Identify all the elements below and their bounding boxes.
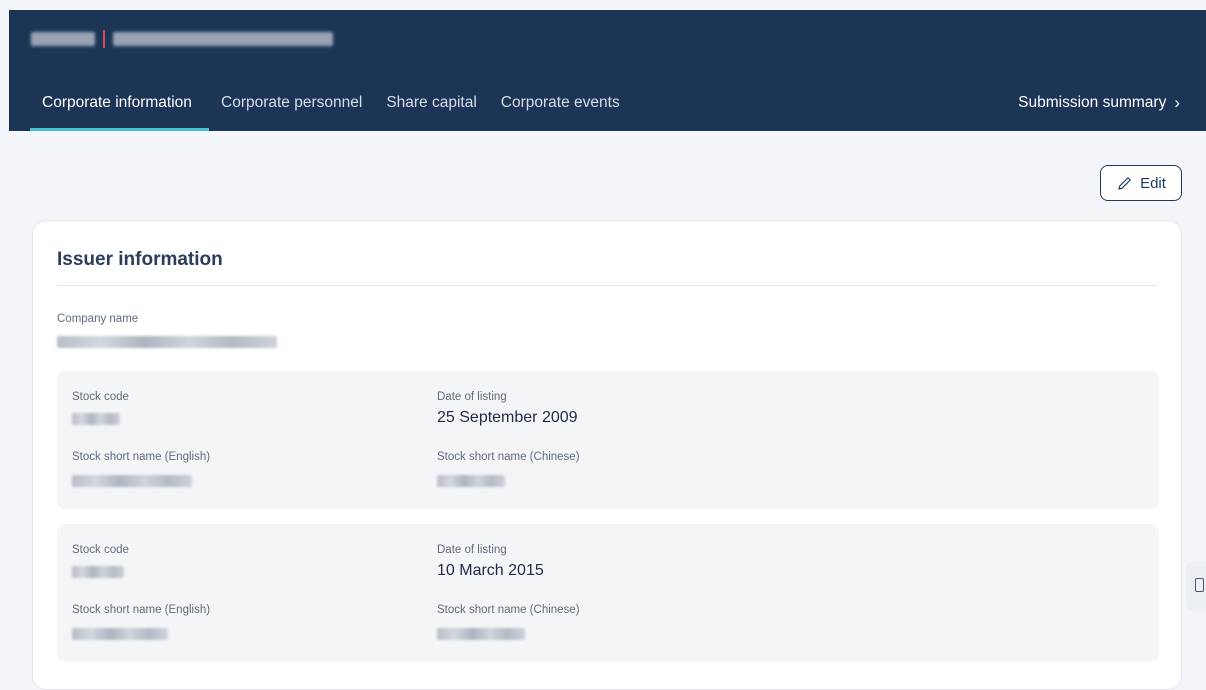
section-divider <box>57 285 1157 286</box>
stock-short-name-chinese-label: Stock short name (Chinese) <box>437 604 580 616</box>
date-of-listing-value: 10 March 2015 <box>437 562 544 579</box>
panel-icon <box>1195 578 1204 592</box>
top-header: Corporate information Corporate personne… <box>9 10 1206 131</box>
section-title: Issuer information <box>57 249 223 270</box>
pencil-icon <box>1118 177 1131 190</box>
redacted-stock-code <box>72 413 120 425</box>
submission-summary-link[interactable]: Submission summary › <box>1018 88 1180 118</box>
stock-short-name-english-label: Stock short name (English) <box>72 604 211 616</box>
chevron-right-icon: › <box>1174 93 1180 112</box>
tab-corporate-information[interactable]: Corporate information <box>30 88 209 131</box>
tab-share-capital[interactable]: Share capital <box>374 88 488 131</box>
company-title <box>31 28 333 50</box>
stock-code-label: Stock code <box>72 391 129 403</box>
redacted-company-name <box>57 336 277 348</box>
side-panel-toggle[interactable] <box>1186 562 1206 610</box>
redacted-stock-code-title <box>31 32 95 46</box>
date-of-listing-label: Date of listing <box>437 391 507 403</box>
tab-bar: Corporate information Corporate personne… <box>30 88 632 131</box>
edit-button-label: Edit <box>1140 174 1166 192</box>
issuer-information-card: Issuer information Company name Stock co… <box>32 220 1182 690</box>
company-name-label: Company name <box>57 313 139 325</box>
redacted-company-name-title <box>113 32 333 46</box>
redacted-stock-code <box>72 566 124 578</box>
tab-corporate-events[interactable]: Corporate events <box>489 88 632 131</box>
redacted-short-name-chinese <box>437 628 525 640</box>
stock-short-name-chinese-label: Stock short name (Chinese) <box>437 451 580 463</box>
redacted-short-name-english <box>72 475 192 487</box>
title-separator <box>103 30 105 48</box>
submission-summary-label: Submission summary <box>1018 94 1167 111</box>
redacted-short-name-chinese <box>437 475 505 487</box>
date-of-listing-value: 25 September 2009 <box>437 409 578 426</box>
listing-panel: Stock code Date of listing 10 March 2015… <box>57 524 1159 662</box>
stock-short-name-english-label: Stock short name (English) <box>72 451 211 463</box>
date-of-listing-label: Date of listing <box>437 544 507 556</box>
redacted-short-name-english <box>72 628 168 640</box>
listing-panel: Stock code Date of listing 25 September … <box>57 371 1159 509</box>
stock-code-label: Stock code <box>72 544 129 556</box>
tab-corporate-personnel[interactable]: Corporate personnel <box>209 88 374 131</box>
edit-button[interactable]: Edit <box>1100 165 1182 201</box>
